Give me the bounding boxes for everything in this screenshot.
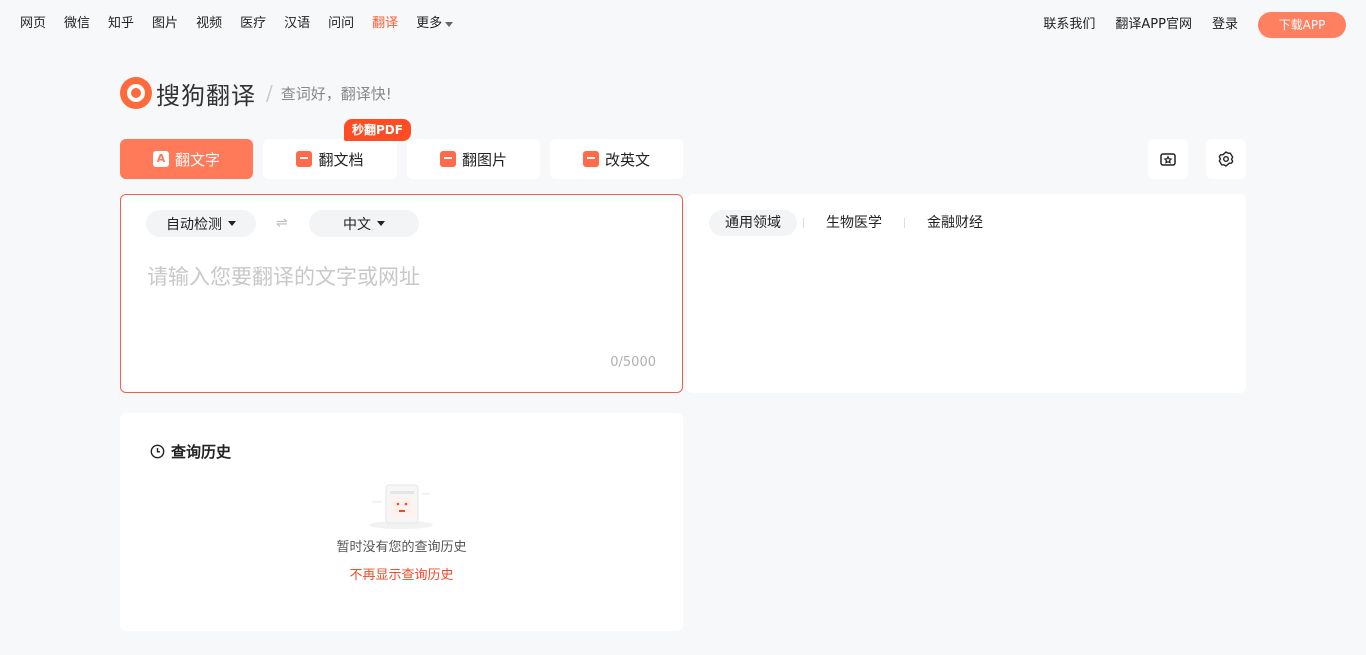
logo-text[interactable]: 搜狗翻译 (156, 76, 256, 111)
tab-edit-english[interactable]: 改英文 (550, 139, 683, 179)
download-app-button[interactable]: 下载APP (1258, 12, 1346, 38)
chevron-down-icon (445, 21, 454, 27)
history-title: 查询历史 (171, 443, 232, 461)
contact-us-link[interactable]: 联系我们 (1043, 12, 1095, 38)
chevron-down-icon (377, 221, 385, 226)
tab-label: 翻文字 (174, 150, 220, 169)
top-nav: 网页 微信 知乎 图片 视频 医疗 汉语 问问 翻译 更多 联系我们 翻译APP… (0, 0, 1366, 48)
hide-history-link[interactable]: 不再显示查询历史 (120, 564, 683, 583)
settings-icon (1218, 151, 1234, 167)
tab-label: 翻图片 (461, 150, 507, 169)
source-language-label: 自动检测 (166, 216, 222, 233)
top-nav-right: 联系我们 翻译APP官网 登录 下载APP (1023, 12, 1346, 38)
pdf-badge[interactable]: 秒翻PDF (344, 119, 411, 141)
edit-check-icon (582, 151, 599, 167)
nav-link-web[interactable]: 网页 (20, 15, 46, 33)
history-header: 查询历史 (150, 441, 231, 462)
nav-link-images[interactable]: 图片 (152, 15, 178, 33)
source-language-select[interactable]: 自动检测 (146, 210, 256, 237)
domain-tab-biomedical[interactable]: 生物医学 (810, 210, 898, 236)
nav-link-video[interactable]: 视频 (196, 15, 222, 33)
nav-link-zhihu[interactable]: 知乎 (108, 15, 134, 33)
app-site-link[interactable]: 翻译APP官网 (1115, 12, 1192, 38)
nav-link-wenwen[interactable]: 问问 (328, 15, 354, 33)
tab-translate-doc[interactable]: 翻文档 (263, 139, 397, 179)
target-language-select[interactable]: 中文 (309, 210, 419, 237)
source-text-panel: 自动检测 ⇌ 中文 请输入您要翻译的文字或网址 0/5000 (120, 194, 683, 393)
domain-tab-finance[interactable]: 金融财经 (911, 210, 999, 236)
target-language-label: 中文 (343, 216, 371, 233)
divider (803, 218, 804, 228)
query-history-panel: 查询历史 暂时没有您的查询历史 不再显示查询历史 (120, 413, 683, 631)
nav-link-medical[interactable]: 医疗 (240, 15, 266, 33)
history-empty-text: 暂时没有您的查询历史 (336, 540, 467, 555)
text-translate-icon: A (152, 151, 169, 167)
nav-link-translate[interactable]: 翻译 (372, 15, 398, 33)
image-icon (439, 151, 456, 167)
nav-link-weixin[interactable]: 微信 (64, 15, 90, 33)
swap-languages-icon[interactable]: ⇌ (276, 215, 288, 231)
nav-link-hanyu[interactable]: 汉语 (284, 15, 310, 33)
tab-label: 改英文 (604, 150, 650, 169)
divider (904, 218, 905, 228)
clock-icon (150, 444, 165, 459)
settings-button[interactable] (1206, 139, 1246, 179)
sogou-logo-icon[interactable] (120, 77, 152, 109)
empty-history-illustration (369, 484, 433, 529)
domain-tab-general[interactable]: 通用领域 (709, 210, 797, 236)
nav-link-more[interactable]: 更多 (416, 15, 454, 33)
source-text-input[interactable]: 请输入您要翻译的文字或网址 (147, 261, 420, 291)
nav-more-label: 更多 (416, 16, 443, 31)
translation-output-panel: 通用领域 生物医学 金融财经 (687, 194, 1246, 393)
brand-header: 搜狗翻译 / 查词好，翻译快! (120, 76, 392, 110)
tab-translate-image[interactable]: 翻图片 (407, 139, 540, 179)
favorites-button[interactable] (1148, 139, 1188, 179)
chevron-down-icon (228, 221, 236, 226)
slogan: 查词好，翻译快! (280, 84, 392, 103)
top-nav-links: 网页 微信 知乎 图片 视频 医疗 汉语 问问 翻译 更多 (20, 15, 471, 33)
logo-separator: / (266, 81, 273, 105)
char-counter: 0/5000 (610, 355, 656, 370)
domain-tabs: 通用领域 生物医学 金融财经 (709, 210, 999, 236)
login-link[interactable]: 登录 (1212, 12, 1238, 38)
camera-star-icon (1160, 153, 1176, 166)
mode-tabs: A 翻文字 翻文档 翻图片 改英文 秒翻PDF (120, 119, 693, 179)
tab-translate-text[interactable]: A 翻文字 (120, 139, 253, 179)
tab-label: 翻文档 (318, 150, 364, 169)
document-icon (296, 151, 313, 167)
